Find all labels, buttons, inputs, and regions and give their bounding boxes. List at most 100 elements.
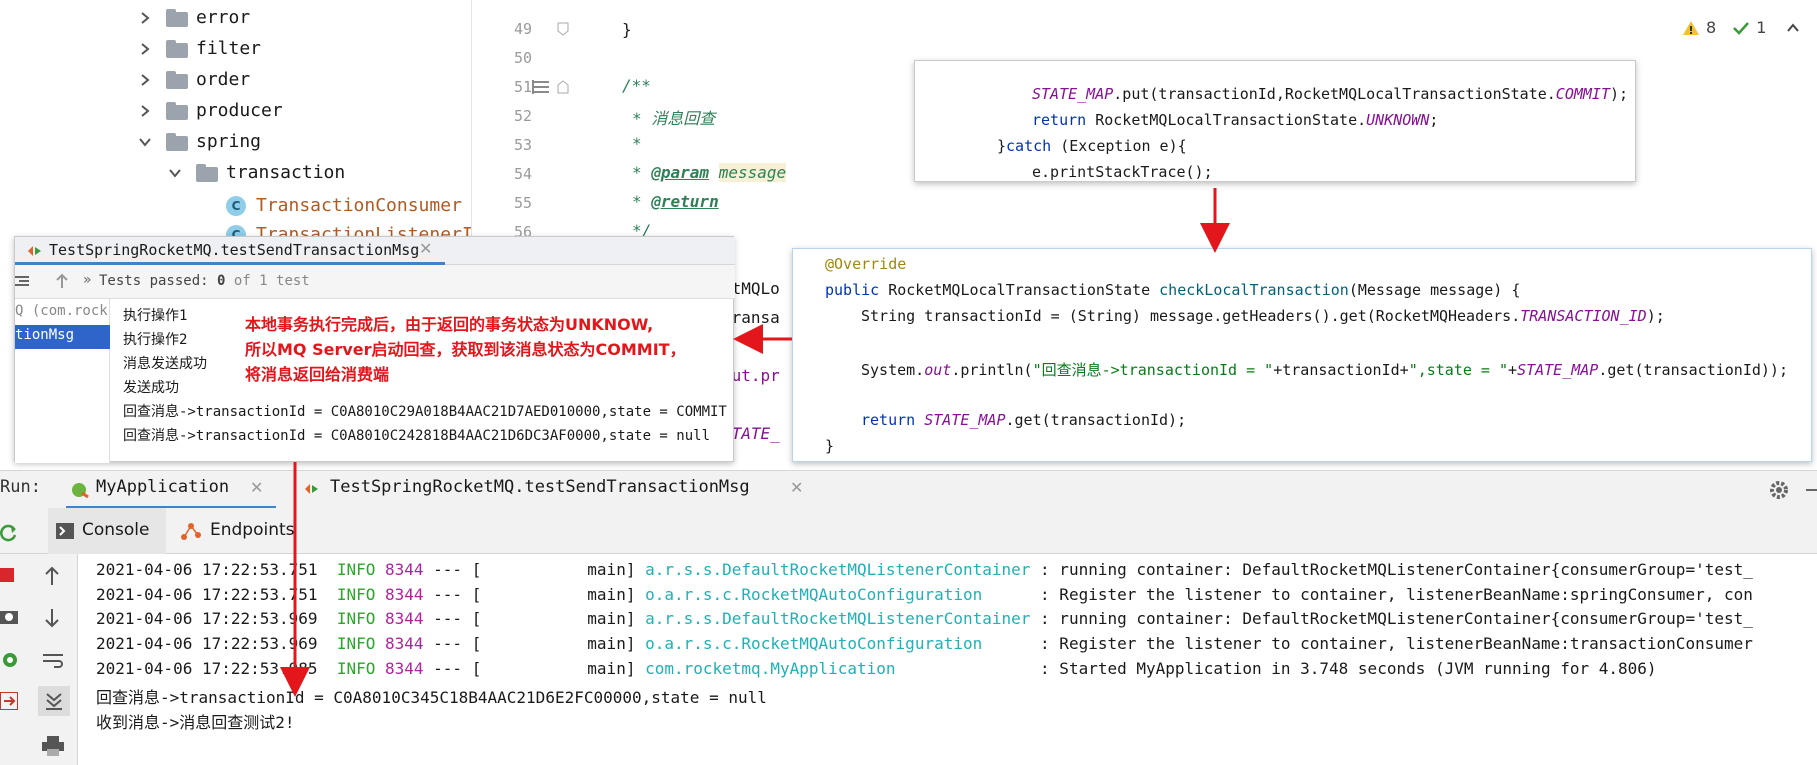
run-side-toolbar	[0, 554, 78, 765]
gear-icon[interactable]	[1768, 479, 1790, 501]
code-snippet-commit: STATE_MAP.put(transactionId,RocketMQLoca…	[914, 60, 1636, 182]
annotation-line: 本地事务执行完成后，由于返回的事务状态为UNKNOW,	[245, 315, 654, 334]
log-line: 2021-04-06 17:22:53.985 INFO 8344 --- [ …	[96, 659, 1657, 678]
snippet-line-2: return RocketMQLocalTransactionState.UNK…	[1032, 111, 1439, 129]
chevron-down-icon[interactable]	[138, 135, 152, 149]
fold-icon[interactable]	[557, 22, 569, 36]
test-output-line: 消息发送成功	[123, 356, 207, 372]
line-number: 54	[513, 165, 532, 183]
tab-label: TestSpringRocketMQ.testSendTransactionMs…	[330, 477, 750, 497]
tree-item-label: TransactionConsumer	[256, 195, 462, 216]
chevron-down-icon[interactable]	[168, 166, 182, 180]
log-line: 2021-04-06 17:22:53.751 INFO 8344 --- [ …	[96, 585, 1753, 604]
chevron-right-icon[interactable]	[138, 11, 152, 25]
fold-icon[interactable]	[557, 80, 569, 94]
line-number: 55	[513, 194, 532, 212]
tree-item-spring[interactable]: spring	[138, 126, 261, 157]
arrow-up-icon[interactable]	[55, 273, 69, 289]
log-line: 2021-04-06 17:22:53.751 INFO 8344 --- [ …	[96, 560, 1753, 579]
tree-item-order[interactable]: order	[138, 64, 250, 95]
tree-item-producer[interactable]: producer	[138, 95, 283, 126]
test-tab[interactable]: TestSpringRocketMQ.testSendTransactionMs…	[15, 237, 735, 265]
arrow-up-icon[interactable]	[44, 566, 60, 586]
method-signature: public RocketMQLocalTransactionState che…	[825, 281, 1521, 299]
test-results-popup: TestSpringRocketMQ.testSendTransactionMs…	[14, 236, 735, 463]
line-number: 50	[513, 49, 532, 67]
tab-endpoints[interactable]: Endpoints	[180, 508, 310, 554]
annotation-line: 将消息返回给消费端	[245, 365, 390, 384]
arrow-down-icon[interactable]	[44, 608, 60, 628]
tab-label: Console	[82, 520, 150, 540]
inspection-widget[interactable]: 8 1	[1682, 18, 1800, 37]
method-line-2: String transactionId = (String) message.…	[861, 307, 1665, 325]
folder-icon	[196, 163, 218, 182]
chevron-right-icon[interactable]	[138, 42, 152, 56]
tree-item-label: spring	[196, 131, 262, 152]
warning-count: 8	[1706, 18, 1717, 37]
close-icon[interactable]: ✕	[250, 478, 263, 497]
test-tree: Q (com.rock tionMsg	[15, 299, 110, 463]
test-case-item-selected[interactable]: tionMsg	[15, 325, 110, 349]
project-tree: error filter order producer spring trans…	[0, 0, 473, 245]
tree-item-error[interactable]: error	[138, 2, 250, 33]
line-number: 49	[513, 20, 532, 38]
more-icon[interactable]: »	[83, 272, 92, 288]
test-output-line: 回查消息->transactionId = C0A8010C242818B4AA…	[123, 428, 711, 444]
scroll-to-end-button[interactable]	[38, 686, 70, 716]
folder-icon	[166, 8, 188, 27]
run-tool-header: Run: MyApplication ✕ TestSpringRocketMQ.…	[0, 470, 1817, 509]
rerun-icon[interactable]	[0, 524, 18, 542]
check-icon	[1733, 21, 1750, 35]
camera-icon[interactable]	[0, 608, 18, 624]
test-output-line: 发送成功	[123, 380, 179, 396]
method-line-3: System.out.println("回查消息->transactionId …	[861, 361, 1788, 379]
soft-wrap-icon[interactable]	[42, 652, 64, 670]
test-run-icon	[28, 246, 41, 256]
minimize-icon[interactable]	[1806, 489, 1817, 491]
chevron-up-icon[interactable]	[1786, 21, 1800, 35]
exit-icon[interactable]	[0, 692, 18, 710]
folder-icon	[166, 132, 188, 151]
test-output-line: 执行操作1	[123, 308, 188, 324]
warning-icon	[1683, 20, 1699, 35]
snippet-line-1: STATE_MAP.put(transactionId,RocketMQLoca…	[1032, 85, 1629, 103]
folder-icon	[166, 39, 188, 58]
tree-expand-icon[interactable]	[15, 274, 29, 288]
tree-item-transaction[interactable]: transaction	[168, 157, 345, 188]
code-line-55: * @return	[632, 192, 719, 211]
chevron-right-icon[interactable]	[138, 104, 152, 118]
test-toolbar: » Tests passed: 0 of 1 test	[15, 265, 735, 299]
ok-count: 1	[1756, 18, 1767, 37]
tree-item-label: transaction	[226, 162, 346, 183]
tree-item-filter[interactable]: filter	[138, 33, 261, 64]
line-number: 52	[513, 107, 532, 125]
close-icon[interactable]: ✕	[790, 478, 803, 497]
tab-label: MyApplication	[96, 477, 230, 497]
tab-test-send-transaction[interactable]: TestSpringRocketMQ.testSendTransactionMs…	[300, 471, 820, 509]
debug-icon[interactable]	[0, 650, 20, 670]
tab-console[interactable]: Console	[48, 508, 166, 554]
tab-myapplication[interactable]: MyApplication ✕	[66, 471, 276, 509]
code-line-54: * @param message	[632, 163, 787, 182]
tree-item-label: producer	[196, 100, 283, 121]
print-icon[interactable]	[42, 736, 64, 756]
doc-render-icon[interactable]	[532, 80, 550, 94]
console-output[interactable]: 2021-04-06 17:22:53.751 INFO 8344 --- [ …	[78, 554, 1817, 765]
line-number: 51	[513, 78, 532, 96]
run-label: Run:	[0, 477, 41, 497]
test-run-icon	[305, 484, 318, 494]
test-tab-title: TestSpringRocketMQ.testSendTransactionMs…	[49, 241, 420, 259]
annotation-line: 所以MQ Server启动回查，获取到该消息状态为COMMIT，	[245, 340, 686, 359]
stop-icon[interactable]	[0, 568, 14, 582]
tree-item-transaction-consumer[interactable]: C TransactionConsumer	[226, 190, 462, 221]
code-line-52: * 消息回查	[632, 109, 716, 128]
close-icon[interactable]: ✕	[419, 239, 432, 258]
line-number: 53	[513, 136, 532, 154]
test-suite-item[interactable]: Q (com.rock	[15, 303, 108, 319]
code-snippet-check-local-transaction: @Override public RocketMQLocalTransactio…	[792, 248, 1812, 462]
tree-item-label: filter	[196, 38, 262, 59]
folder-icon	[166, 70, 188, 89]
log-line: 2021-04-06 17:22:53.969 INFO 8344 --- [ …	[96, 634, 1753, 653]
chevron-right-icon[interactable]	[138, 73, 152, 87]
tab-label: Endpoints	[210, 520, 295, 540]
